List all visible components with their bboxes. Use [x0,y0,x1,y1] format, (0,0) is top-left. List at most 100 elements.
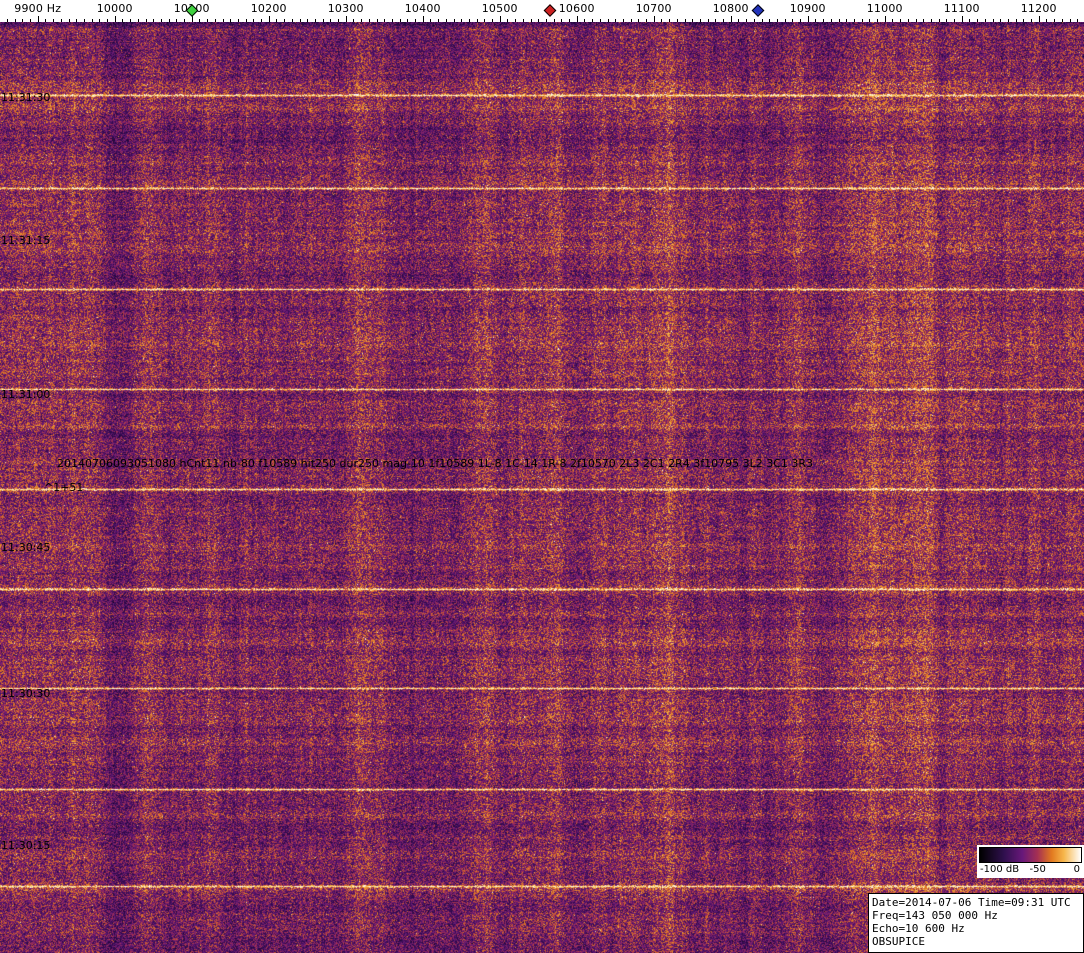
freq-tick [939,19,940,22]
info-station: OBSUPICE [872,935,1080,948]
freq-tick [823,19,824,22]
colorbar-max-label: 0 [1074,864,1080,875]
freq-tick [1070,19,1071,22]
freq-tick [161,19,162,22]
freq-tick [638,19,639,22]
freq-tick [407,19,408,22]
freq-tick [1046,19,1047,22]
freq-tick [723,19,724,22]
freq-tick [292,19,293,22]
freq-tick [1016,19,1017,22]
freq-tick [253,19,254,22]
freq-tick [615,19,616,22]
freq-tick [785,19,786,22]
freq-tick [361,19,362,22]
freq-tick [908,19,909,22]
freq-tick [661,19,662,22]
freq-tick [454,19,455,22]
freq-tick [646,19,647,22]
freq-tick [584,19,585,22]
freq-tick [1039,16,1040,22]
freq-tick [223,19,224,22]
freq-tick [38,16,39,22]
freq-tick-label: 9900 Hz [14,2,61,15]
freq-tick [1062,19,1063,22]
freq-tick [22,19,23,22]
frequency-axis: 9900 Hz100001010010200103001040010500106… [0,0,1084,22]
freq-tick [261,19,262,22]
freq-tick [400,19,401,22]
freq-tick [446,19,447,22]
freq-tick [685,19,686,22]
info-echo: Echo=10 600 Hz [872,922,1080,935]
freq-tick [815,19,816,22]
freq-tick [1054,19,1055,22]
freq-tick [862,19,863,22]
freq-tick [769,19,770,22]
freq-tick [854,19,855,22]
freq-tick [523,19,524,22]
time-label: 11:31:30 [1,91,50,104]
freq-tick [99,19,100,22]
freq-tick [469,19,470,22]
freq-tick [423,16,424,22]
freq-tick [515,19,516,22]
freq-tick [1000,19,1001,22]
freq-tick [831,19,832,22]
freq-tick [238,19,239,22]
freq-tick [692,19,693,22]
freq-tick-label: 10900 [790,2,826,15]
event-annotation: 20140706093051080 hCnt11 nb-80 f10589 hi… [57,457,813,470]
freq-tick [892,19,893,22]
freq-tick [138,19,139,22]
freq-tick [592,19,593,22]
intensity-colorbar: -100 dB -50 0 [977,845,1084,878]
freq-tick [130,19,131,22]
freq-tick [977,19,978,22]
freq-tick [531,19,532,22]
freq-tick [69,19,70,22]
time-label: 11:30:30 [1,687,50,700]
freq-tick [392,19,393,22]
freq-tick [561,19,562,22]
freq-tick [546,19,547,22]
freq-tick [554,19,555,22]
freq-tick [330,19,331,22]
freq-tick-label: 10800 [713,2,749,15]
freq-tick [122,19,123,22]
freq-tick [215,19,216,22]
time-label: 11:30:15 [1,839,50,852]
freq-tick [738,19,739,22]
freq-tick [300,19,301,22]
freq-tick [792,19,793,22]
freq-tick [654,16,655,22]
blue-freq-marker[interactable] [751,4,764,17]
red-freq-marker[interactable] [543,4,556,17]
freq-tick [700,19,701,22]
freq-tick-label: 10500 [482,2,518,15]
freq-tick [985,19,986,22]
freq-tick [284,19,285,22]
freq-tick [669,19,670,22]
freq-tick-label: 11000 [867,2,903,15]
colorbar-min-label: -100 dB [980,864,1019,875]
freq-tick [415,19,416,22]
freq-tick [1077,19,1078,22]
freq-tick [538,19,539,22]
freq-tick [946,19,947,22]
freq-tick [92,19,93,22]
freq-tick [1008,19,1009,22]
freq-tick [269,16,270,22]
freq-tick [677,19,678,22]
freq-tick [839,19,840,22]
freq-tick [369,19,370,22]
freq-tick [962,16,963,22]
freq-tick [7,19,8,22]
freq-tick [916,19,917,22]
freq-tick [608,19,609,22]
freq-tick [954,19,955,22]
freq-tick [993,19,994,22]
freq-tick [377,19,378,22]
freq-tick [923,19,924,22]
event-marker-label: ^1+51 [44,481,83,494]
